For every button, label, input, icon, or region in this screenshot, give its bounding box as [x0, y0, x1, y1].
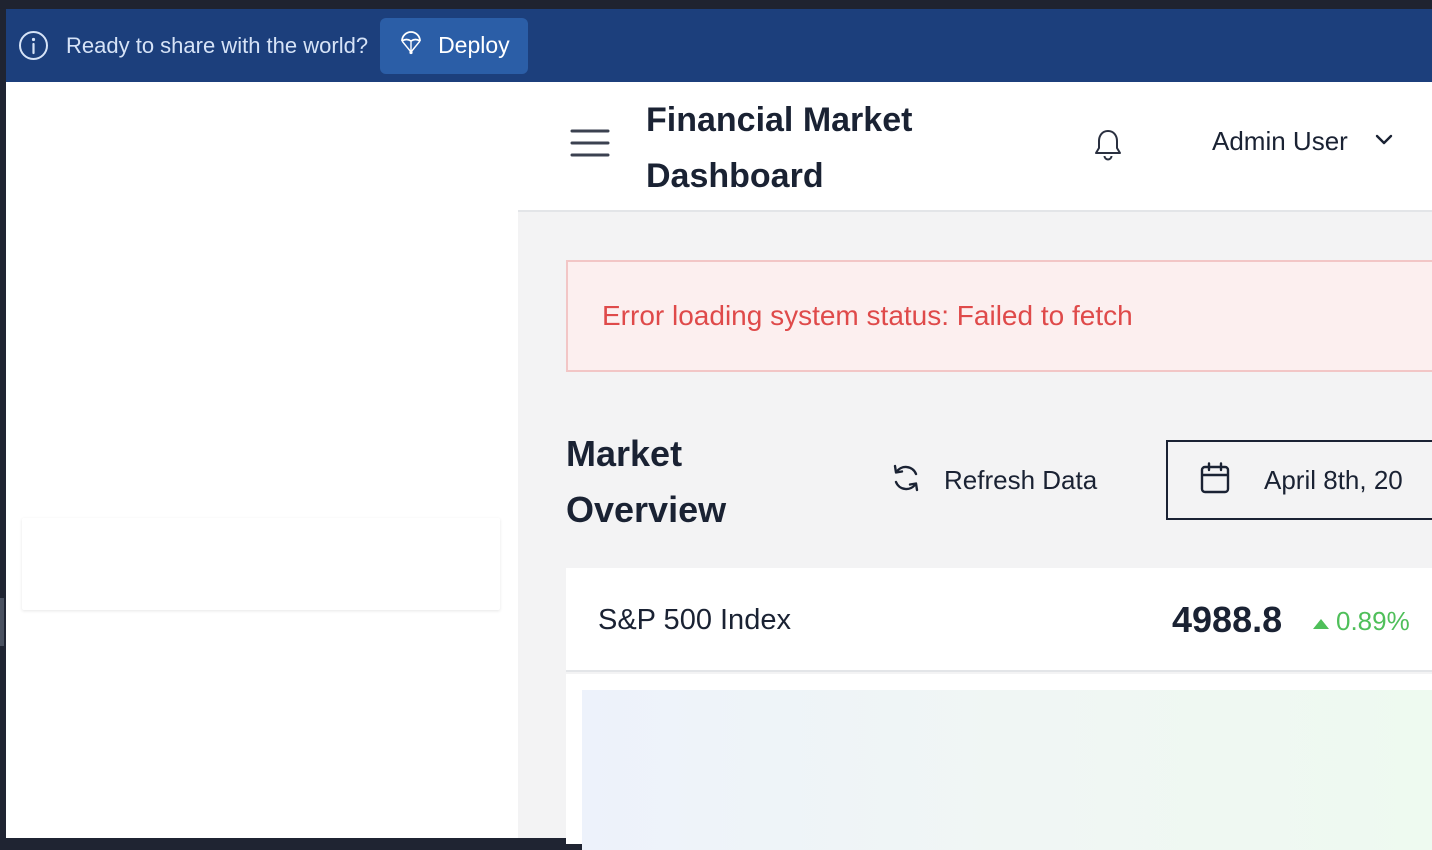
- date-picker-button[interactable]: April 8th, 20: [1166, 440, 1432, 520]
- index-change: 0.89%: [1312, 606, 1410, 637]
- sidebar-panel: [6, 82, 518, 838]
- main-content: Error loading system status: Failed to f…: [518, 212, 1432, 850]
- info-icon: [18, 30, 49, 61]
- calendar-icon: [1200, 461, 1230, 499]
- error-message: Error loading system status: Failed to f…: [602, 300, 1133, 331]
- index-change-value: 0.89%: [1336, 606, 1410, 636]
- bell-icon[interactable]: [1092, 128, 1124, 162]
- banner-message: Ready to share with the world?: [66, 32, 369, 58]
- user-name: Admin User: [1212, 126, 1348, 156]
- refresh-icon: [890, 462, 922, 499]
- window-edge-handle[interactable]: [0, 598, 4, 646]
- chevron-down-icon: [1374, 132, 1394, 151]
- index-value: 4988.8: [1172, 599, 1283, 640]
- index-card[interactable]: S&P 500 Index 4988.8 0.89%: [566, 568, 1432, 672]
- app-header: Financial Market Dashboard Admin User: [518, 82, 1432, 212]
- deploy-banner: Ready to share with the world? Deploy: [6, 9, 1432, 82]
- date-label: April 8th, 20: [1264, 464, 1403, 495]
- page-title: Financial Market Dashboard: [646, 101, 913, 195]
- refresh-data-button[interactable]: Refresh Data: [890, 462, 1097, 499]
- index-chart-panel: [566, 674, 1432, 850]
- error-alert: Error loading system status: Failed to f…: [566, 260, 1432, 372]
- deploy-button[interactable]: Deploy: [380, 17, 528, 74]
- hamburger-menu-icon[interactable]: [570, 128, 610, 158]
- sidebar-card: [22, 518, 500, 610]
- index-name: S&P 500 Index: [598, 604, 791, 636]
- index-chart-area: [582, 690, 1432, 850]
- deploy-button-label: Deploy: [438, 32, 510, 58]
- window-top-strip: [0, 0, 1432, 9]
- caret-up-icon: [1312, 606, 1330, 637]
- refresh-data-label: Refresh Data: [944, 465, 1098, 495]
- user-menu[interactable]: Admin User: [1212, 126, 1394, 157]
- parachute-icon: [400, 30, 422, 61]
- section-title: Market Overview: [566, 433, 727, 530]
